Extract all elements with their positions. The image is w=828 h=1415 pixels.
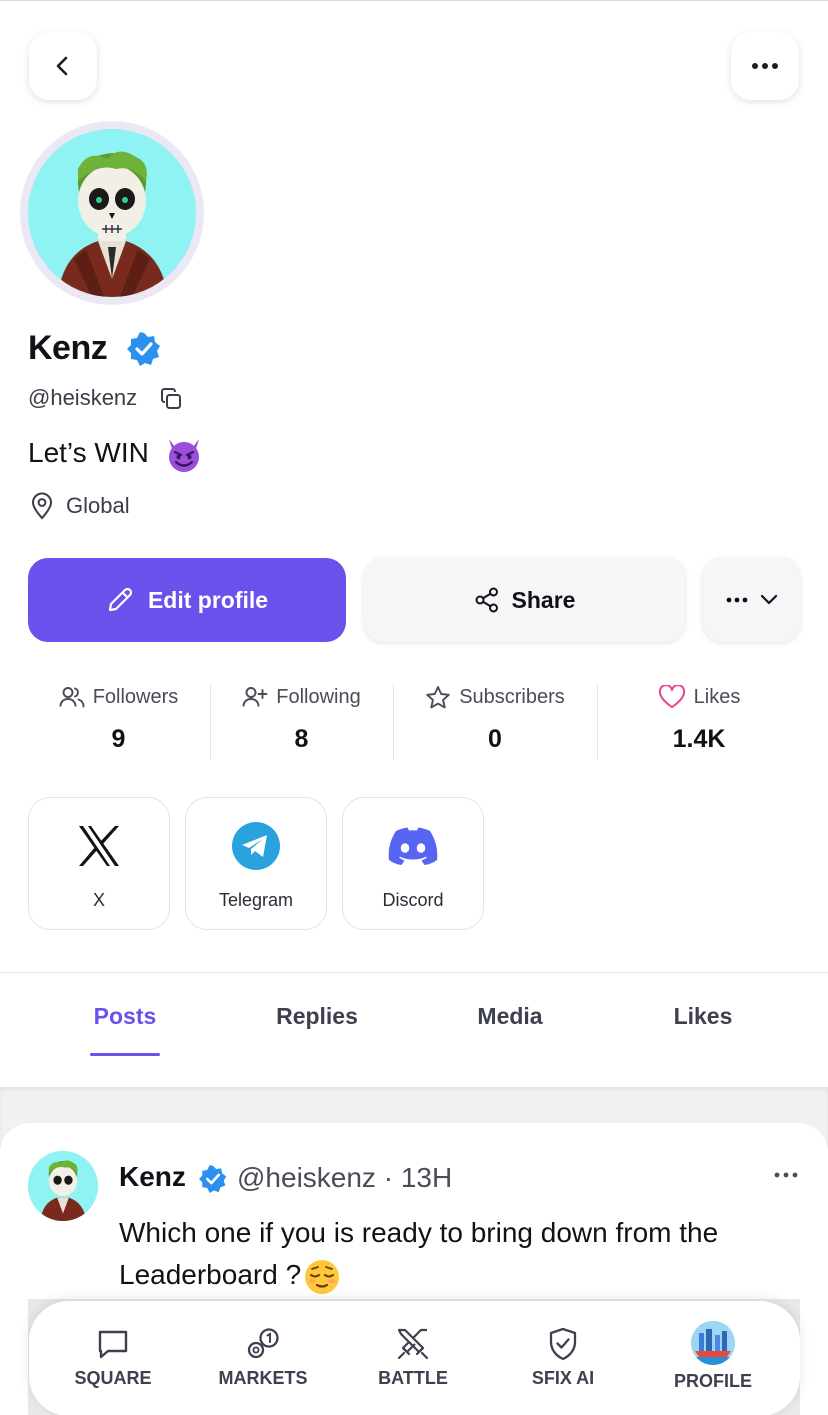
social-label: X bbox=[92, 890, 105, 910]
telegram-icon bbox=[232, 822, 280, 870]
pencil-icon bbox=[108, 587, 133, 612]
share-label: Share bbox=[511, 586, 576, 613]
profile-avatar-icon bbox=[691, 1321, 735, 1365]
verified-badge-icon bbox=[127, 332, 160, 366]
nav-battle[interactable]: BATTLE bbox=[338, 1301, 488, 1415]
shield-check-icon bbox=[549, 1327, 577, 1361]
nav-markets[interactable]: MARKETS bbox=[188, 1301, 338, 1415]
star-icon bbox=[426, 685, 450, 708]
share-button[interactable]: Share bbox=[364, 558, 685, 642]
edit-profile-button[interactable]: Edit profile bbox=[28, 558, 346, 642]
discord-icon bbox=[388, 827, 438, 865]
profile-bio: Let’s WIN bbox=[28, 437, 149, 468]
users-icon bbox=[59, 687, 85, 708]
skull-character-avatar-image bbox=[28, 129, 196, 297]
ellipsis-icon bbox=[752, 63, 778, 69]
more-options-button[interactable] bbox=[731, 32, 799, 100]
nav-label: SQUARE bbox=[74, 1368, 152, 1388]
chevron-left-icon bbox=[56, 56, 68, 76]
stat-value: 1.4K bbox=[672, 725, 726, 753]
crossed-swords-icon bbox=[397, 1328, 429, 1360]
stat-label: Following bbox=[276, 685, 361, 708]
x-logo-icon bbox=[79, 826, 119, 866]
post-body: Which one if you is ready to bring down … bbox=[119, 1212, 799, 1296]
copy-icon[interactable] bbox=[159, 387, 183, 411]
nav-profile[interactable]: PROFILE bbox=[638, 1301, 788, 1415]
avatar-image bbox=[28, 129, 196, 297]
profile-name: Kenz bbox=[28, 329, 108, 367]
profile-handle: @heiskenz bbox=[28, 385, 138, 410]
post-author-name[interactable]: Kenz bbox=[119, 1161, 186, 1193]
nav-label: MARKETS bbox=[218, 1368, 308, 1388]
share-icon bbox=[475, 587, 498, 613]
tab-posts[interactable]: Posts bbox=[55, 1003, 195, 1030]
bottom-navigation: SQUARE MARKETS BATTLE SFIX AI PROFILE bbox=[29, 1301, 800, 1415]
smiling-devil-emoji-icon bbox=[169, 439, 199, 472]
stat-value: 9 bbox=[111, 725, 126, 753]
stat-following[interactable]: Following 8 bbox=[211, 681, 392, 754]
location-pin-icon bbox=[31, 492, 53, 520]
stat-label: Followers bbox=[92, 685, 179, 708]
profile-page: Kenz @heiskenz Let’s WIN Global Edit pro… bbox=[0, 0, 828, 1415]
post-author-avatar[interactable] bbox=[28, 1151, 98, 1221]
section-divider bbox=[0, 972, 828, 973]
stat-likes[interactable]: Likes 1.4K bbox=[598, 681, 800, 754]
nav-sfix-ai[interactable]: SFIX AI bbox=[488, 1301, 638, 1415]
tab-likes[interactable]: Likes bbox=[633, 1003, 773, 1030]
tab-media[interactable]: Media bbox=[440, 1003, 580, 1030]
nav-square[interactable]: SQUARE bbox=[38, 1301, 188, 1415]
nav-label: BATTLE bbox=[378, 1368, 448, 1388]
edit-profile-label: Edit profile bbox=[147, 586, 269, 613]
nav-label: SFIX AI bbox=[531, 1368, 595, 1388]
back-button[interactable] bbox=[29, 32, 97, 100]
post-meta: @heiskenz · 13H bbox=[237, 1162, 453, 1193]
post-more-icon[interactable] bbox=[774, 1172, 798, 1178]
social-label: Telegram bbox=[218, 890, 294, 910]
social-link-x[interactable]: X bbox=[28, 797, 170, 930]
relieved-face-emoji-icon bbox=[305, 1259, 340, 1294]
stat-value: 0 bbox=[488, 725, 502, 753]
stat-value: 8 bbox=[294, 725, 309, 753]
social-link-telegram[interactable]: Telegram bbox=[185, 797, 327, 930]
stat-label: Subscribers bbox=[459, 685, 565, 708]
tab-replies[interactable]: Replies bbox=[247, 1003, 387, 1030]
user-plus-icon bbox=[242, 687, 268, 707]
markets-coins-icon bbox=[247, 1328, 279, 1359]
stat-subscribers[interactable]: Subscribers 0 bbox=[394, 681, 596, 754]
post-text: Which one if you is ready to bring down … bbox=[119, 1217, 719, 1290]
stat-label: Likes bbox=[693, 685, 741, 708]
social-label: Discord bbox=[382, 890, 444, 910]
active-tab-indicator bbox=[90, 1053, 160, 1056]
heart-icon bbox=[658, 685, 685, 709]
verified-badge-icon bbox=[199, 1165, 227, 1193]
chevron-down-icon bbox=[760, 594, 777, 605]
more-actions-dropdown[interactable] bbox=[703, 558, 800, 642]
stat-followers[interactable]: Followers 9 bbox=[28, 681, 209, 754]
profile-location: Global bbox=[66, 493, 130, 518]
chat-square-icon bbox=[98, 1330, 128, 1359]
nav-label: PROFILE bbox=[673, 1371, 752, 1391]
skull-character-avatar-image bbox=[28, 1151, 98, 1221]
social-link-discord[interactable]: Discord bbox=[342, 797, 484, 930]
ellipsis-icon bbox=[726, 597, 747, 603]
profile-avatar[interactable] bbox=[20, 121, 204, 305]
